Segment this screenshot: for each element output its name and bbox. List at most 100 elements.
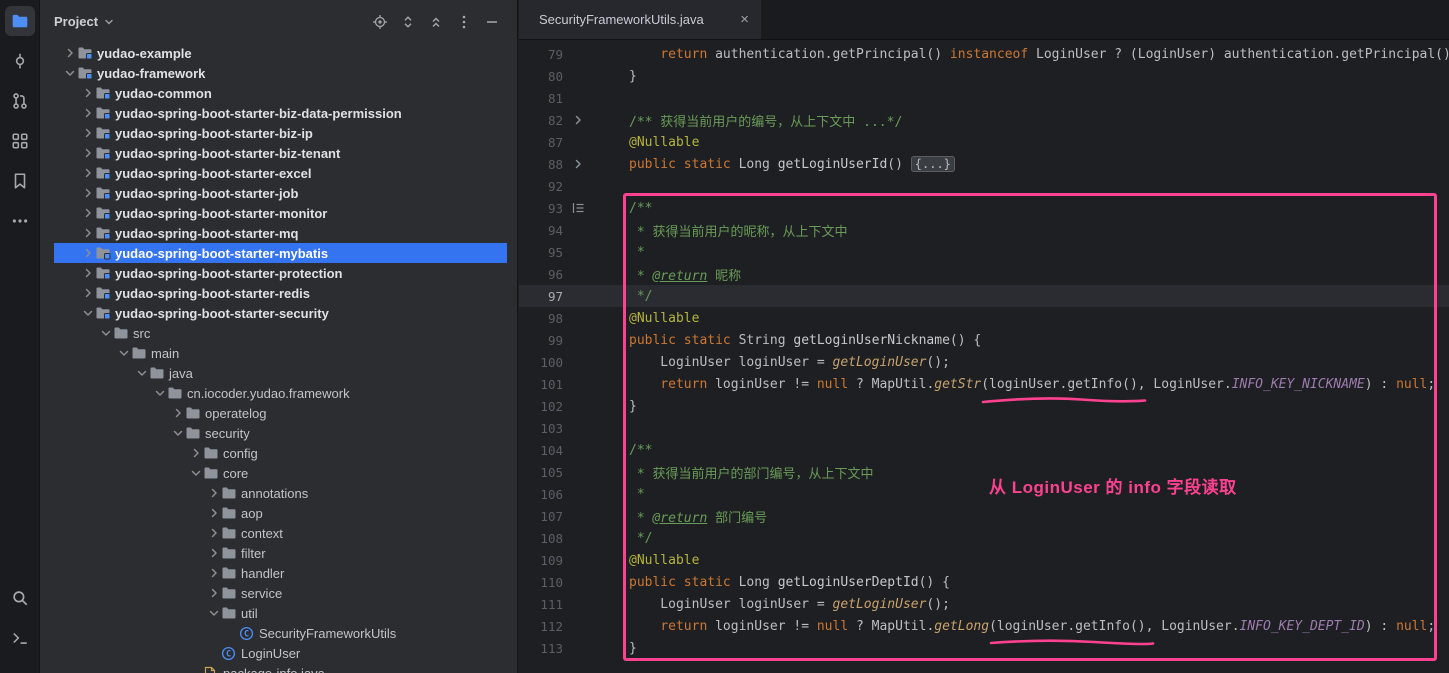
code-line-103[interactable]: 103 — [519, 417, 1449, 439]
chevron-collapsed-icon[interactable] — [171, 406, 185, 420]
chevron-collapsed-icon[interactable] — [81, 146, 95, 160]
tree-item-yudao-spring-boot-starter-biz-data-permission[interactable]: yudao-spring-boot-starter-biz-data-permi… — [40, 103, 517, 123]
code-line-109[interactable]: 109@Nullable — [519, 549, 1449, 571]
code-line-99[interactable]: 99public static String getLoginUserNickn… — [519, 329, 1449, 351]
code-line-87[interactable]: 87@Nullable — [519, 131, 1449, 153]
tree-item-loginuser[interactable]: CLoginUser — [40, 643, 517, 663]
code-line-104[interactable]: 104/** — [519, 439, 1449, 461]
code-line-100[interactable]: 100 LoginUser loginUser = getLoginUser()… — [519, 351, 1449, 373]
tree-item-src[interactable]: src — [40, 323, 517, 343]
commit-icon[interactable] — [5, 46, 35, 76]
tree-item-yudao-spring-boot-starter-excel[interactable]: yudao-spring-boot-starter-excel — [40, 163, 517, 183]
tree-item-main[interactable]: main — [40, 343, 517, 363]
chevron-expanded-icon[interactable] — [135, 366, 149, 380]
chevron-collapsed-icon[interactable] — [81, 186, 95, 200]
tree-item-yudao-spring-boot-starter-redis[interactable]: yudao-spring-boot-starter-redis — [40, 283, 517, 303]
chevron-expanded-icon[interactable] — [63, 66, 77, 80]
chevron-collapsed-icon[interactable] — [207, 586, 221, 600]
code-line-106[interactable]: 106 * — [519, 483, 1449, 505]
code-line-113[interactable]: 113} — [519, 637, 1449, 659]
chevron-collapsed-icon[interactable] — [81, 246, 95, 260]
code-line-105[interactable]: 105 * 获得当前用户的部门编号，从上下文中 — [519, 461, 1449, 483]
tree-item-yudao-spring-boot-starter-biz-ip[interactable]: yudao-spring-boot-starter-biz-ip — [40, 123, 517, 143]
tree-item-annotations[interactable]: annotations — [40, 483, 517, 503]
tree-item-operatelog[interactable]: operatelog — [40, 403, 517, 423]
tree-item-yudao-spring-boot-starter-monitor[interactable]: yudao-spring-boot-starter-monitor — [40, 203, 517, 223]
tree-item-yudao-example[interactable]: yudao-example — [40, 43, 517, 63]
code-line-95[interactable]: 95 * — [519, 241, 1449, 263]
tree-item-aop[interactable]: aop — [40, 503, 517, 523]
tree-item-util[interactable]: util — [40, 603, 517, 623]
chevron-collapsed-icon[interactable] — [63, 46, 77, 60]
chevron-expanded-icon[interactable] — [207, 606, 221, 620]
locate-icon[interactable] — [371, 13, 389, 31]
bookmarks-icon[interactable] — [5, 166, 35, 196]
chevron-collapsed-icon[interactable] — [81, 166, 95, 180]
chevron-collapsed-icon[interactable] — [207, 486, 221, 500]
tree-item-context[interactable]: context — [40, 523, 517, 543]
code-line-96[interactable]: 96 * @return 昵称 — [519, 263, 1449, 285]
chevron-collapsed-icon[interactable] — [189, 446, 203, 460]
editor-tab[interactable]: SecurityFrameworkUtils.java × — [519, 0, 761, 39]
tree-item-package-info-java[interactable]: package-info.java — [40, 663, 517, 673]
chevron-expanded-icon[interactable] — [171, 426, 185, 440]
project-icon[interactable] — [5, 6, 35, 36]
code-line-88[interactable]: 88public static Long getLoginUserId() {.… — [519, 153, 1449, 175]
tree-item-securityframeworkutils[interactable]: CSecurityFrameworkUtils — [40, 623, 517, 643]
project-panel-title[interactable]: Project — [54, 14, 98, 29]
expand-all-icon[interactable] — [399, 13, 417, 31]
chevron-down-icon[interactable] — [103, 16, 115, 28]
tree-item-yudao-framework[interactable]: yudao-framework — [40, 63, 517, 83]
gutter-annotation-icon[interactable] — [563, 202, 593, 214]
fold-arrow-icon[interactable] — [563, 114, 593, 126]
structure-icon[interactable] — [5, 126, 35, 156]
chevron-expanded-icon[interactable] — [189, 466, 203, 480]
tree-item-security[interactable]: security — [40, 423, 517, 443]
tree-item-java[interactable]: java — [40, 363, 517, 383]
tree-item-core[interactable]: core — [40, 463, 517, 483]
more-vertical-icon[interactable] — [455, 13, 473, 31]
tree-item-cn-iocoder-yudao-framework[interactable]: cn.iocoder.yudao.framework — [40, 383, 517, 403]
chevron-collapsed-icon[interactable] — [81, 266, 95, 280]
chevron-collapsed-icon[interactable] — [81, 226, 95, 240]
code-line-112[interactable]: 112 return loginUser != null ? MapUtil.g… — [519, 615, 1449, 637]
code-line-81[interactable]: 81 — [519, 87, 1449, 109]
search-icon[interactable] — [5, 583, 35, 613]
tree-item-filter[interactable]: filter — [40, 543, 517, 563]
code-line-94[interactable]: 94 * 获得当前用户的昵称，从上下文中 — [519, 219, 1449, 241]
terminal-icon[interactable] — [5, 623, 35, 653]
chevron-expanded-icon[interactable] — [153, 386, 167, 400]
code-line-79[interactable]: 79 return authentication.getPrincipal() … — [519, 43, 1449, 65]
chevron-expanded-icon[interactable] — [99, 326, 113, 340]
code-line-111[interactable]: 111 LoginUser loginUser = getLoginUser()… — [519, 593, 1449, 615]
tree-item-yudao-spring-boot-starter-protection[interactable]: yudao-spring-boot-starter-protection — [40, 263, 517, 283]
close-tab-icon[interactable]: × — [740, 12, 749, 27]
code-line-92[interactable]: 92 — [519, 175, 1449, 197]
tree-item-yudao-spring-boot-starter-mybatis[interactable]: yudao-spring-boot-starter-mybatis — [40, 243, 517, 263]
pull-request-icon[interactable] — [5, 86, 35, 116]
code-line-108[interactable]: 108 */ — [519, 527, 1449, 549]
tree-item-service[interactable]: service — [40, 583, 517, 603]
chevron-collapsed-icon[interactable] — [81, 206, 95, 220]
collapse-all-icon[interactable] — [427, 13, 445, 31]
more-tools-icon[interactable] — [5, 206, 35, 236]
chevron-expanded-icon[interactable] — [81, 306, 95, 320]
chevron-collapsed-icon[interactable] — [81, 126, 95, 140]
tree-item-config[interactable]: config — [40, 443, 517, 463]
code-line-110[interactable]: 110public static Long getLoginUserDeptId… — [519, 571, 1449, 593]
tree-item-yudao-common[interactable]: yudao-common — [40, 83, 517, 103]
chevron-expanded-icon[interactable] — [117, 346, 131, 360]
chevron-collapsed-icon[interactable] — [207, 506, 221, 520]
code-line-107[interactable]: 107 * @return 部门编号 — [519, 505, 1449, 527]
chevron-collapsed-icon[interactable] — [81, 286, 95, 300]
code-line-101[interactable]: 101 return loginUser != null ? MapUtil.g… — [519, 373, 1449, 395]
tree-item-yudao-spring-boot-starter-job[interactable]: yudao-spring-boot-starter-job — [40, 183, 517, 203]
code-line-82[interactable]: 82/** 获得当前用户的编号，从上下文中 ...*/ — [519, 109, 1449, 131]
code-line-80[interactable]: 80} — [519, 65, 1449, 87]
tree-item-yudao-spring-boot-starter-mq[interactable]: yudao-spring-boot-starter-mq — [40, 223, 517, 243]
code-line-97[interactable]: 97 */ — [519, 285, 1449, 307]
code-line-93[interactable]: 93/** — [519, 197, 1449, 219]
tree-item-yudao-spring-boot-starter-security[interactable]: yudao-spring-boot-starter-security — [40, 303, 517, 323]
chevron-collapsed-icon[interactable] — [81, 86, 95, 100]
tree-item-yudao-spring-boot-starter-biz-tenant[interactable]: yudao-spring-boot-starter-biz-tenant — [40, 143, 517, 163]
